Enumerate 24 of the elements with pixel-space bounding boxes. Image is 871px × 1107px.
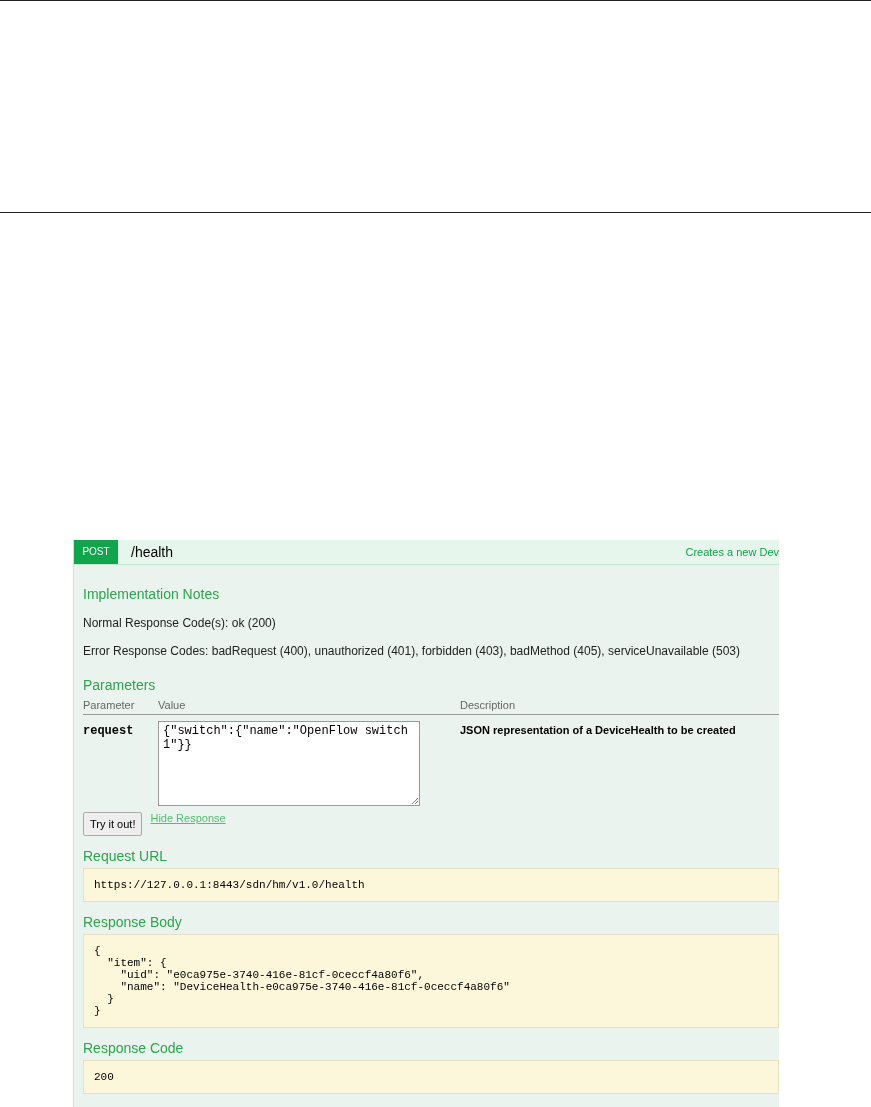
section-heading: Implementation Notes	[83, 586, 221, 602]
column-header: Description	[460, 699, 516, 711]
endpoint-path[interactable]: /health	[131, 544, 174, 560]
value-field[interactable]: {"switch":{"name":"OpenFlow switch 1"}}	[158, 721, 420, 806]
code-line: }	[94, 1005, 102, 1017]
code-line: 200	[94, 1071, 115, 1083]
code-line: }	[106, 993, 115, 1005]
section-heading: Response Code	[83, 1040, 185, 1056]
code-line: "name": "DeviceHealth-e0ca975e-3740-416e-81cf-0ceccf4a80f6"	[119, 981, 511, 993]
column-header: Value	[158, 699, 187, 711]
code-line: https://127.0.0.1:8443/sdn/hm/v1.0/health	[94, 879, 366, 891]
section-heading: Request URL	[83, 848, 169, 864]
code-line: {	[94, 945, 102, 957]
note-text: Error Response Codes: badRequest (400), unauthorized (401), forbidden (403), badMethod (405), serviceUnavailable (503)	[83, 644, 742, 658]
code-line: "uid": "e0ca975e-3740-416e-81cf-0ceccf4a80f6",	[119, 969, 426, 981]
resize-grip-icon[interactable]	[411, 797, 418, 804]
code-line: "item": {	[106, 957, 168, 969]
parameter-name: request	[83, 723, 135, 740]
note-text: Normal Response Code(s): ok (200)	[83, 616, 277, 630]
section-heading: Parameters	[83, 677, 157, 693]
section-heading: Response Body	[83, 914, 183, 930]
column-header: Parameter	[83, 699, 136, 711]
try-it-out-button[interactable]: Try it out!	[83, 812, 143, 836]
parameter-description: JSON representation of a DeviceHealth to be created	[460, 723, 736, 738]
